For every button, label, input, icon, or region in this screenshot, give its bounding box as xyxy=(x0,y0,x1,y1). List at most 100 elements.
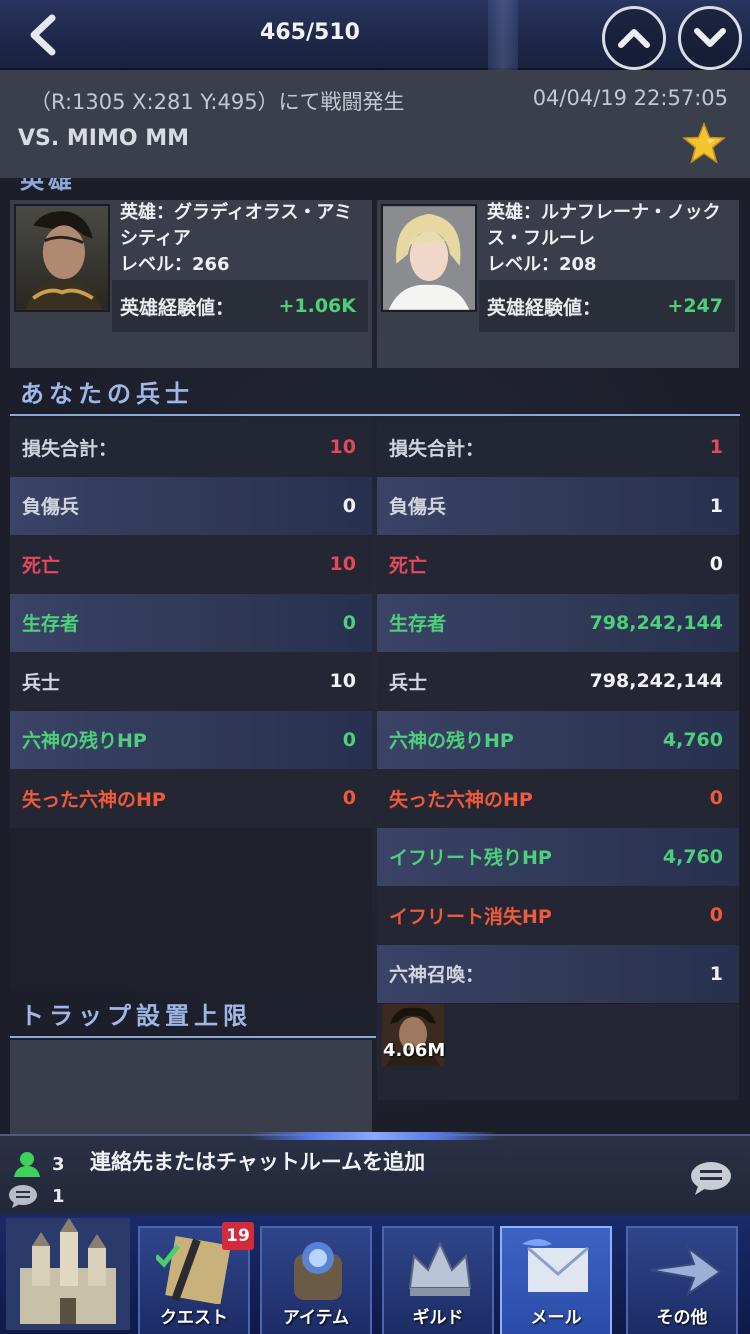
stat-label: 六神の残りHP xyxy=(22,730,147,753)
message-icon[interactable] xyxy=(8,1184,38,1208)
tab-guild[interactable]: ギルド xyxy=(382,1226,494,1334)
previous-report-button[interactable] xyxy=(602,6,666,70)
chat-handle[interactable] xyxy=(250,1132,498,1140)
stat-value: 0 xyxy=(342,787,356,810)
stat-value: 0 xyxy=(342,611,356,634)
enemy-hero-level: レベル：208 xyxy=(487,254,597,275)
stat-value: 0 xyxy=(342,494,356,517)
stat-row: 失った六神のHP 0 xyxy=(377,769,739,828)
add-contact-chatroom-link[interactable]: 連絡先またはチャットルームを追加 xyxy=(90,1146,425,1176)
hero-xp-value: +1.06K xyxy=(278,295,356,317)
my-hero-name-line2: シティア xyxy=(120,228,191,249)
tab-label: ギルド xyxy=(412,1308,464,1328)
stat-value: 798,242,144 xyxy=(589,670,723,693)
enemy-hero-card: 英雄：ルナフレーナ・ノック ス・フルーレ レベル：208 英雄経験値： +247 xyxy=(377,200,739,368)
hero-portrait-lunafreya xyxy=(381,204,477,312)
stat-value: 10 xyxy=(329,670,356,693)
my-hero-xp-row: 英雄経験値： +1.06K xyxy=(112,280,368,332)
report-page-counter: 465/510 xyxy=(260,20,360,45)
enemy-hero-name-line2: ス・フルーレ xyxy=(487,228,595,249)
opponent-name: VS. MIMO MM xyxy=(18,126,190,151)
mail-envelope-icon xyxy=(522,1239,589,1292)
my-hero-card: 英雄：グラディオラス・アミ シティア レベル：266 英雄経験値： +1.06K xyxy=(10,200,372,368)
hero-xp-label: 英雄経験値： xyxy=(487,296,602,319)
tab-label: その他 xyxy=(656,1308,708,1328)
stat-value: 1 xyxy=(709,436,723,459)
trap-panel xyxy=(10,1040,372,1134)
empty-panel xyxy=(10,828,372,990)
stat-label: 損失合計： xyxy=(389,437,485,460)
contacts-icon[interactable] xyxy=(12,1150,42,1178)
heroes-section-title: 英雄 xyxy=(20,178,76,194)
stat-label: イフリート残りHP xyxy=(389,847,552,870)
decorative-pillar xyxy=(488,0,518,70)
hero-xp-label: 英雄経験値： xyxy=(120,296,235,319)
backpack-icon xyxy=(294,1242,342,1300)
stat-row: 六神の残りHP 4,760 xyxy=(377,710,739,769)
stat-label: 損失合計： xyxy=(22,437,118,460)
report-content[interactable]: 英雄 英雄：グラディオラス・アミ シティア レベル：266 英雄経験値： +1.… xyxy=(0,178,750,1134)
favorite-button[interactable] xyxy=(681,122,727,166)
battle-location[interactable]: （R:1305 X:281 Y:495）にて戦闘発生 xyxy=(30,86,405,116)
enemy-hero-info: 英雄：ルナフレーナ・ノック ス・フルーレ レベル：208 xyxy=(487,200,735,278)
stat-row: 負傷兵 1 xyxy=(377,476,739,535)
stat-label: 死亡 xyxy=(389,554,428,577)
stat-label: 六神の残りHP xyxy=(389,730,514,753)
tab-other[interactable]: その他 xyxy=(626,1226,738,1334)
tab-label: クエスト xyxy=(160,1308,228,1328)
stat-value: 798,242,144 xyxy=(589,611,723,634)
next-report-button[interactable] xyxy=(678,6,742,70)
stat-label: 失った六神のHP xyxy=(22,788,166,811)
stat-row: 損失合計： 10 xyxy=(10,418,372,477)
stat-row: 負傷兵 0 xyxy=(10,476,372,535)
chevron-left-icon xyxy=(30,14,56,56)
crown-icon xyxy=(408,1241,472,1296)
stat-row: 失った六神のHP 0 xyxy=(10,769,372,828)
stat-label: 兵士 xyxy=(22,671,61,694)
stat-label: 負傷兵 xyxy=(389,496,447,519)
stat-row: 兵士 798,242,144 xyxy=(377,652,739,711)
chat-bar[interactable]: 3 1 連絡先またはチャットルームを追加 xyxy=(0,1132,750,1214)
stat-value: 1 xyxy=(709,494,723,517)
enemy-hero-xp-row: 英雄経験値： +247 xyxy=(479,280,735,332)
stat-value: 4,760 xyxy=(662,845,723,868)
stat-value: 1 xyxy=(709,962,723,985)
ornate-arrow-icon xyxy=(649,1245,722,1297)
battle-timestamp: 04/04/19 22:57:05 xyxy=(532,86,728,110)
star-icon xyxy=(681,122,727,164)
stat-label: イフリート消失HP xyxy=(389,905,552,928)
stat-label: 失った六神のHP xyxy=(389,788,533,811)
summon-value: 4.06M xyxy=(383,1040,446,1061)
stat-row: 六神の残りHP 0 xyxy=(10,710,372,769)
section-divider xyxy=(10,414,740,416)
chevron-down-icon xyxy=(694,28,726,47)
tab-mail[interactable]: メール xyxy=(500,1226,612,1334)
castle-home-icon[interactable] xyxy=(6,1218,130,1330)
stat-value: 0 xyxy=(709,553,723,576)
stat-row: 死亡 10 xyxy=(10,535,372,594)
stat-value: 10 xyxy=(329,436,356,459)
chat-bubble-icon[interactable] xyxy=(690,1160,732,1196)
back-button[interactable] xyxy=(22,12,68,58)
section-divider xyxy=(10,1036,376,1038)
tab-items[interactable]: アイテム xyxy=(260,1226,372,1334)
stat-row: 死亡 0 xyxy=(377,535,739,594)
my-hero-name-line1: 英雄：グラディオラス・アミ xyxy=(120,202,353,223)
tab-label: メール xyxy=(530,1308,582,1328)
stat-row: 生存者 0 xyxy=(10,593,372,652)
chevron-up-icon xyxy=(618,29,650,48)
stat-label: 死亡 xyxy=(22,554,61,577)
stat-row: 兵士 10 xyxy=(10,652,372,711)
stat-value: 10 xyxy=(329,553,356,576)
stat-row: イフリート消失HP 0 xyxy=(377,886,739,945)
stat-value: 4,760 xyxy=(662,728,723,751)
message-count: 1 xyxy=(52,1186,65,1207)
stat-row: 生存者 798,242,144 xyxy=(377,593,739,652)
tab-label: アイテム xyxy=(282,1308,350,1328)
soldiers-section-title: あなたの兵士 xyxy=(20,380,194,408)
report-header: （R:1305 X:281 Y:495）にて戦闘発生 04/04/19 22:5… xyxy=(0,70,750,178)
my-hero-info: 英雄：グラディオラス・アミ シティア レベル：266 xyxy=(120,200,368,278)
stat-row: 六神召喚： 1 xyxy=(377,944,739,1003)
hero-xp-value: +247 xyxy=(667,295,723,317)
enemy-hero-name-line1: 英雄：ルナフレーナ・ノック xyxy=(487,202,721,223)
